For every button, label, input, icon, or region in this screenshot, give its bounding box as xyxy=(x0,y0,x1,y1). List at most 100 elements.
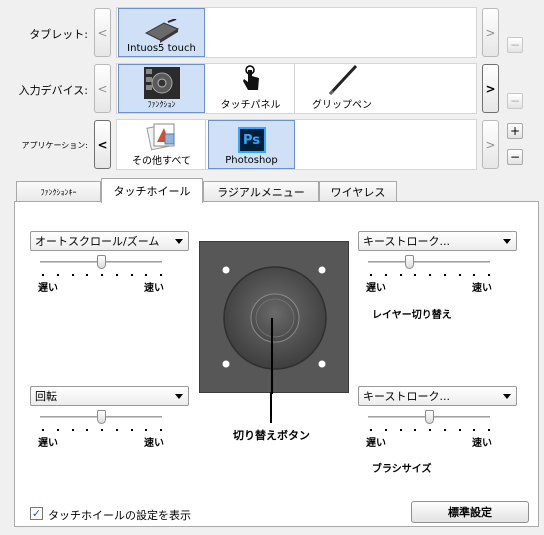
chevron-left-icon: < xyxy=(97,81,108,96)
top-right-speed-slider[interactable]: 遅い 速い xyxy=(366,255,492,294)
application-tile-all-others[interactable]: その他すべて xyxy=(118,120,206,169)
select-value: 回転 xyxy=(35,390,57,403)
tab-radial-menu[interactable]: ラジアルメニュー xyxy=(203,181,319,202)
input-device-strip: ﾌｧﾝｸｼｮﾝ タッチパネル グリップペン xyxy=(116,63,477,114)
tablet-prev-button[interactable]: < xyxy=(94,8,111,57)
show-settings-checkbox[interactable]: ✓ xyxy=(30,507,43,520)
dropdown-arrow-icon xyxy=(503,239,511,244)
minus-icon: − xyxy=(509,94,521,108)
tablet-strip: Intuos5 touch xyxy=(116,7,477,58)
slider-thumb[interactable] xyxy=(97,255,106,269)
chevron-left-icon: < xyxy=(97,137,108,152)
application-row-label: アプリケーション: xyxy=(21,141,88,150)
function-keys-icon xyxy=(143,67,180,99)
top-left-function-select[interactable]: オートスクロール/ズーム xyxy=(30,231,189,251)
bottom-left-speed-slider[interactable]: 遅い 速い xyxy=(38,410,164,449)
tab-touch-wheel[interactable]: タッチホイール xyxy=(101,178,203,203)
slider-ticks xyxy=(42,274,162,276)
bottom-right-function-select[interactable]: キーストローク... xyxy=(358,386,517,406)
bottom-right-speed-slider[interactable]: 遅い 速い xyxy=(366,410,492,449)
slider-tick xyxy=(101,429,103,431)
center-leader-line xyxy=(270,392,272,423)
slider-tick xyxy=(473,274,476,276)
tablet-row-label: タブレット: xyxy=(29,28,88,41)
slider-tick xyxy=(443,274,446,276)
top-right-function-select[interactable]: キーストローク... xyxy=(358,231,517,251)
tab-label: タッチホイール xyxy=(113,185,191,198)
show-settings-label: タッチホイールの設定を表示 xyxy=(48,509,191,522)
slider-tick xyxy=(370,274,372,276)
slider-thumb[interactable] xyxy=(425,410,434,424)
application-strip: その他すべて Ps Photoshop xyxy=(116,119,477,170)
slider-track xyxy=(368,261,490,263)
slider-tick xyxy=(145,429,148,431)
slider-tick xyxy=(86,429,89,431)
tab-wireless[interactable]: ワイヤレス xyxy=(319,181,397,202)
slider-ticks xyxy=(370,274,490,276)
pen-icon xyxy=(328,64,358,96)
dropdown-arrow-icon xyxy=(503,394,511,399)
slider-slow-label: 遅い xyxy=(38,283,58,294)
pen-tile-label: グリップペン xyxy=(312,100,372,111)
input-device-tile-function[interactable]: ﾌｧﾝｸｼｮﾝ xyxy=(118,64,205,113)
all-apps-icon xyxy=(145,123,174,151)
top-right-caption: レイヤー切り替え xyxy=(372,310,452,321)
center-button-caption: 切り替えボタン xyxy=(233,429,310,442)
input-device-remove-button[interactable]: − xyxy=(507,93,523,109)
minus-icon: − xyxy=(509,38,521,52)
slider-tick xyxy=(473,429,476,431)
tablet-tile-label: Intuos5 touch xyxy=(127,43,196,54)
slider-slow-label: 遅い xyxy=(38,438,58,449)
slider-tick xyxy=(71,429,74,431)
slider-tick xyxy=(458,274,461,276)
input-device-prev-button[interactable]: < xyxy=(94,64,111,113)
slider-thumb[interactable] xyxy=(404,255,414,269)
top-left-speed-slider[interactable]: 遅い 速い xyxy=(38,255,164,294)
tablet-remove-button[interactable]: − xyxy=(507,37,523,53)
slider-tick xyxy=(56,274,59,276)
dropdown-arrow-icon xyxy=(175,394,183,399)
application-prev-button[interactable]: < xyxy=(94,120,111,169)
input-device-tile-pen[interactable]: グリップペン xyxy=(297,64,387,113)
all-others-tile-label: その他すべて xyxy=(132,156,191,167)
application-next-button[interactable]: > xyxy=(482,120,499,169)
application-tile-photoshop[interactable]: Ps Photoshop xyxy=(208,120,295,169)
slider-tick xyxy=(160,274,162,276)
select-value: キーストローク... xyxy=(363,235,450,248)
application-remove-button[interactable]: − xyxy=(507,149,523,165)
slider-slow-label: 遅い xyxy=(366,283,386,294)
slider-tick xyxy=(160,429,162,431)
chevron-left-icon: < xyxy=(97,25,108,40)
minus-icon: − xyxy=(509,150,521,164)
tab-function-keys[interactable]: ﾌｧﾝｸｼｮﾝｷｰ xyxy=(16,181,101,202)
slider-tick xyxy=(370,429,372,431)
tablet-tile-intuos5[interactable]: Intuos5 touch xyxy=(118,8,205,57)
slider-tick xyxy=(458,429,461,431)
input-device-tile-touch[interactable]: タッチパネル xyxy=(207,64,295,113)
slider-tick xyxy=(414,274,417,276)
bottom-right-caption: ブラシサイズ xyxy=(372,464,432,475)
tab-label: ワイヤレス xyxy=(330,186,386,199)
slider-tick xyxy=(86,274,89,276)
defaults-button[interactable]: 標準設定 xyxy=(411,501,529,523)
slider-thumb[interactable] xyxy=(97,410,106,424)
tablet-next-button[interactable]: > xyxy=(482,8,499,57)
slider-ticks xyxy=(42,429,162,431)
photoshop-icon: Ps xyxy=(237,127,266,153)
slider-fast-label: 速い xyxy=(144,283,164,294)
plus-icon: + xyxy=(509,124,521,138)
slider-fast-label: 速い xyxy=(144,438,164,449)
touch-wheel-image xyxy=(199,241,349,394)
touch-ring-icon xyxy=(222,266,327,394)
slider-tick xyxy=(71,274,74,276)
input-device-row-label: 入力デバイス: xyxy=(18,84,88,97)
defaults-button-label: 標準設定 xyxy=(448,506,492,519)
tab-label: ﾌｧﾝｸｼｮﾝｷｰ xyxy=(40,187,77,197)
slider-ticks xyxy=(370,429,490,431)
select-value: キーストローク... xyxy=(363,390,450,403)
bottom-left-function-select[interactable]: 回転 xyxy=(30,386,189,406)
dropdown-arrow-icon xyxy=(175,239,183,244)
application-add-button[interactable]: + xyxy=(507,123,523,139)
input-device-next-button[interactable]: > xyxy=(482,64,499,113)
chevron-right-icon: > xyxy=(485,137,496,152)
